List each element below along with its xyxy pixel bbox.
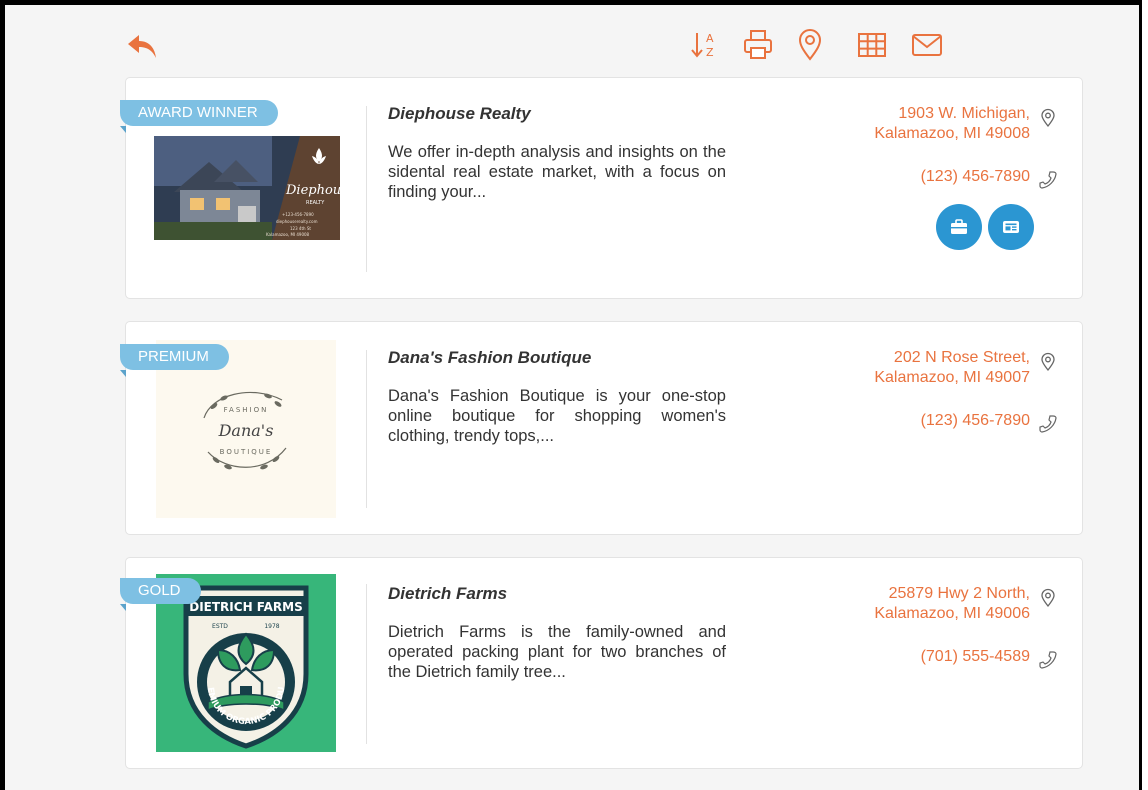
address-line-2: Kalamazoo, MI 49006 bbox=[874, 605, 1030, 622]
logo-bottom-text: BOUTIQUE bbox=[220, 448, 273, 456]
address-line-1: 202 N Rose Street, bbox=[893, 349, 1030, 366]
address-line-2: Kalamazoo, MI 49007 bbox=[874, 369, 1030, 386]
logo-year-text: 1978 bbox=[264, 623, 279, 630]
business-phone[interactable]: (123) 456-7890 bbox=[921, 168, 1030, 186]
location-pin-icon bbox=[1038, 588, 1058, 608]
business-name[interactable]: Diephouse Realty bbox=[388, 104, 531, 124]
gold-badge: GOLD bbox=[120, 578, 201, 611]
card-divider bbox=[366, 106, 367, 272]
listing-card[interactable]: PREMIUM FASHION Dana's BOUTIQUE Dana's F… bbox=[120, 321, 1083, 535]
address-line-1: 25879 Hwy 2 North, bbox=[888, 585, 1030, 602]
award-badge: AWARD WINNER bbox=[120, 100, 278, 133]
logo-estd-text: ESTD bbox=[212, 623, 228, 630]
business-phone[interactable]: (123) 456-7890 bbox=[921, 412, 1030, 430]
logo-top-text: FASHION bbox=[224, 406, 269, 414]
briefcase-icon[interactable] bbox=[936, 204, 982, 250]
sort-az-icon[interactable]: A Z bbox=[689, 27, 723, 63]
undo-arrow-icon[interactable] bbox=[125, 29, 161, 65]
listing-card[interactable]: AWARD WINNER Diephouse REALTY +123-456-7… bbox=[120, 77, 1083, 299]
id-card-icon[interactable] bbox=[988, 204, 1034, 250]
address-line-2: Kalamazoo, MI 49008 bbox=[874, 125, 1030, 142]
address-line-1: 1903 W. Michigan, bbox=[898, 105, 1030, 122]
business-address[interactable]: 202 N Rose Street, Kalamazoo, MI 49007 bbox=[874, 348, 1030, 388]
phone-icon bbox=[1038, 414, 1058, 434]
location-pin-icon bbox=[1038, 108, 1058, 128]
logo-line-2: diephouserealty.com bbox=[276, 219, 318, 224]
business-logo: Diephouse REALTY +123-456-7890 diephouse… bbox=[154, 136, 356, 240]
app-frame: A Z AWARD WINNER Diepho REALTY +123-456-… bbox=[0, 0, 1142, 790]
business-address[interactable]: 1903 W. Michigan, Kalamazoo, MI 49008 bbox=[874, 104, 1030, 144]
listing-card[interactable]: GOLD DIETRICH FARMS ESTD 1978 PREMIUM OR… bbox=[120, 557, 1083, 769]
business-name[interactable]: Dietrich Farms bbox=[388, 584, 507, 604]
mail-icon[interactable] bbox=[910, 27, 944, 63]
logo-line-1: +123-456-7890 bbox=[282, 212, 314, 217]
toolbar: A Z bbox=[5, 27, 1139, 67]
logo-script-text: Dana's bbox=[218, 421, 274, 440]
logo-line-3: 123 4th St bbox=[290, 226, 311, 231]
business-phone[interactable]: (701) 555-4589 bbox=[921, 648, 1030, 666]
business-description: Dietrich Farms is the family-owned and o… bbox=[388, 623, 726, 681]
premium-badge: PREMIUM bbox=[120, 344, 229, 377]
card-divider bbox=[366, 584, 367, 744]
phone-icon bbox=[1038, 650, 1058, 670]
business-address[interactable]: 25879 Hwy 2 North, Kalamazoo, MI 49006 bbox=[874, 584, 1030, 624]
svg-text:Z: Z bbox=[706, 46, 714, 59]
business-description: Dana's Fashion Boutique is your one-stop… bbox=[388, 387, 726, 445]
business-description: We offer in-depth analysis and insights … bbox=[388, 143, 726, 201]
logo-sub-text: REALTY bbox=[306, 200, 325, 206]
location-pin-icon bbox=[1038, 352, 1058, 372]
svg-text:A: A bbox=[706, 32, 714, 45]
logo-title-text: DIETRICH FARMS bbox=[189, 600, 302, 614]
logo-line-4: Kalamazoo, MI 49008 bbox=[266, 232, 310, 237]
business-name[interactable]: Dana's Fashion Boutique bbox=[388, 348, 591, 368]
print-icon[interactable] bbox=[741, 27, 775, 63]
phone-icon bbox=[1038, 170, 1058, 190]
card-divider bbox=[366, 350, 367, 508]
grid-icon[interactable] bbox=[855, 27, 889, 63]
logo-script-text: Diephouse bbox=[285, 183, 340, 198]
map-pin-icon[interactable] bbox=[793, 27, 827, 63]
